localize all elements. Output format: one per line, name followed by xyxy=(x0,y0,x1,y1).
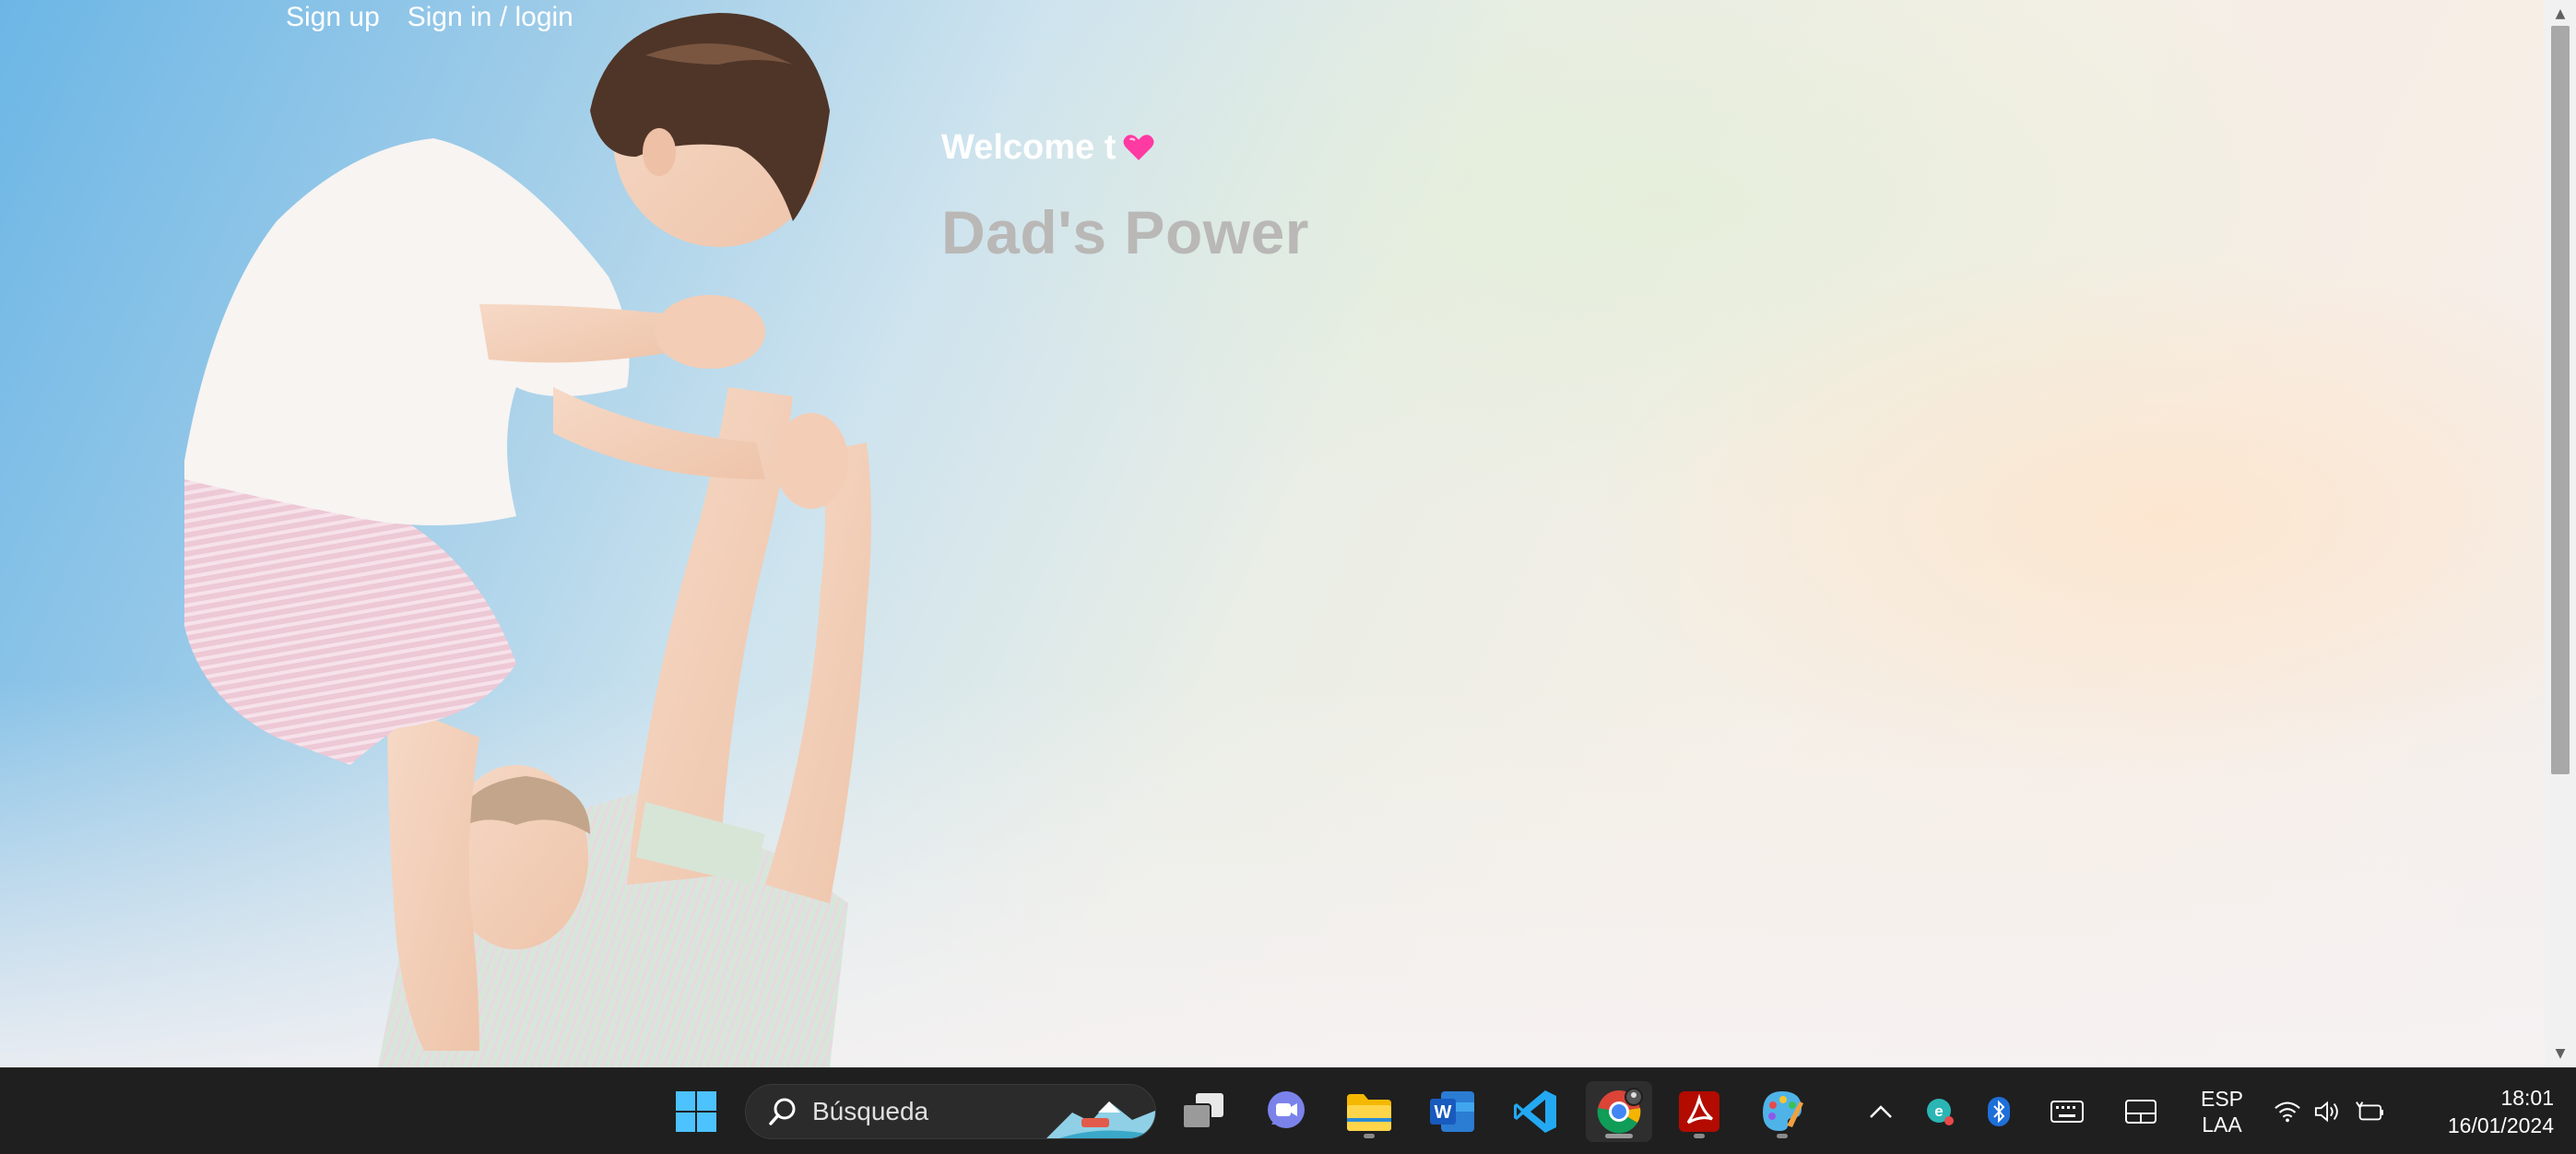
scroll-down-arrow-icon[interactable]: ▼ xyxy=(2545,1040,2576,1067)
show-hidden-icons-button[interactable] xyxy=(1864,1090,1897,1133)
teams-chat-button[interactable] xyxy=(1256,1081,1317,1142)
svg-text:W: W xyxy=(1435,1102,1452,1123)
hero-title: Dad's Power xyxy=(941,198,1309,266)
language-code: ESP xyxy=(2200,1087,2244,1111)
welcome-text: Welcome t xyxy=(941,128,1117,167)
volume-icon xyxy=(2314,1101,2338,1123)
touch-keyboard-icon xyxy=(2050,1101,2084,1123)
hero-photo xyxy=(184,13,871,1067)
task-view-button[interactable] xyxy=(1173,1081,1234,1142)
page-scrollbar[interactable]: ▲ ▼ xyxy=(2545,0,2576,1067)
task-view-icon xyxy=(1182,1093,1223,1129)
word-button[interactable]: W xyxy=(1422,1081,1483,1142)
vscode-icon xyxy=(1514,1090,1556,1133)
vscode-button[interactable] xyxy=(1505,1081,1566,1142)
paint-button[interactable] xyxy=(1752,1081,1813,1142)
running-indicator xyxy=(1694,1134,1705,1138)
file-explorer-icon xyxy=(1347,1094,1391,1131)
tray-bluetooth-button[interactable] xyxy=(1982,1090,2015,1133)
bluetooth-icon xyxy=(1988,1097,2010,1126)
signin-link[interactable]: Sign in / login xyxy=(408,0,573,35)
chrome-button[interactable] xyxy=(1586,1081,1652,1142)
tray-tablet-button[interactable] xyxy=(2124,1090,2157,1133)
paint-icon xyxy=(1763,1091,1803,1131)
language-indicator[interactable]: ESP LAA xyxy=(2192,1085,2251,1138)
tray-keyboard-button[interactable] xyxy=(2049,1090,2086,1133)
clock-date: 16/01/2024 xyxy=(2447,1113,2554,1137)
acrobat-button[interactable] xyxy=(1669,1081,1730,1142)
welcome-heading: Welcome t xyxy=(941,120,1309,175)
chevron-up-icon xyxy=(1870,1105,1892,1118)
active-indicator xyxy=(1605,1134,1633,1138)
clock-button[interactable]: 18:01 16/01/2024 xyxy=(2416,1083,2554,1140)
clock-time: 18:01 xyxy=(2500,1086,2554,1110)
file-explorer-button[interactable] xyxy=(1339,1081,1400,1142)
running-indicator xyxy=(1777,1134,1788,1138)
search-highlight-icon xyxy=(1046,1101,1155,1138)
quick-settings-button[interactable] xyxy=(2274,1090,2384,1133)
tablet-mode-icon xyxy=(2125,1100,2157,1124)
scroll-up-arrow-icon[interactable]: ▲ xyxy=(2545,0,2576,28)
svg-text:e: e xyxy=(1934,1102,1943,1120)
search-icon xyxy=(762,1091,803,1132)
scroll-thumb[interactable] xyxy=(2551,26,2570,774)
top-nav: Sign up Sign in / login xyxy=(286,0,573,35)
heart-icon xyxy=(1123,135,1154,160)
keyboard-layout: LAA xyxy=(2202,1113,2242,1136)
tray-edge-button[interactable]: e xyxy=(1923,1090,1956,1133)
edge-update-icon: e xyxy=(1927,1099,1954,1125)
search-placeholder: Búsqueda xyxy=(812,1097,929,1125)
web-page: Sign up Sign in / login Welcome t Dad's … xyxy=(0,0,2576,1067)
battery-charging-icon xyxy=(2356,1101,2384,1121)
teams-chat-icon xyxy=(1268,1091,1305,1128)
word-icon: W xyxy=(1430,1091,1474,1132)
running-indicator xyxy=(1364,1134,1375,1138)
acrobat-icon xyxy=(1679,1091,1719,1132)
taskbar: Búsqueda W e ESP LAA 18:01 16/01/2024 xyxy=(0,1067,2576,1154)
hero-section: Welcome t Dad's Power xyxy=(941,120,1309,267)
signup-link[interactable]: Sign up xyxy=(286,0,380,35)
chrome-icon xyxy=(1597,1088,1643,1134)
wifi-icon xyxy=(2275,1101,2300,1123)
taskbar-search[interactable]: Búsqueda xyxy=(745,1084,1156,1139)
start-icon xyxy=(676,1091,716,1132)
start-button[interactable] xyxy=(666,1081,727,1142)
